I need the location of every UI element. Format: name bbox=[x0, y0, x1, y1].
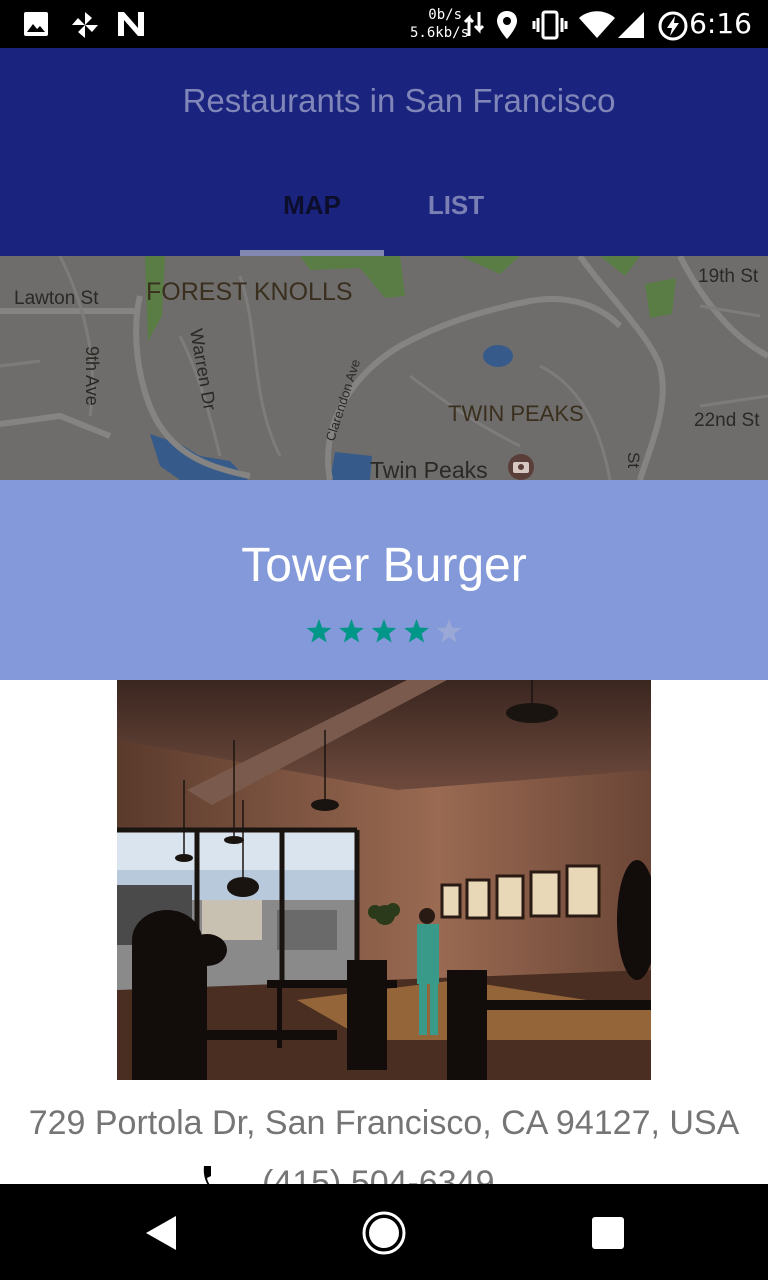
app-bar: Restaurants in San Francisco MAP LIST bbox=[0, 48, 768, 256]
data-arrows-icon bbox=[463, 10, 485, 42]
recents-icon[interactable] bbox=[591, 1216, 625, 1254]
restaurant-photo bbox=[117, 680, 651, 1080]
navigation-bar bbox=[0, 1184, 768, 1280]
star-filled-icon bbox=[306, 619, 332, 643]
map-label-twin-peaks-area: TWIN PEAKS bbox=[448, 401, 584, 426]
map-label-22nd: 22nd St bbox=[694, 410, 760, 431]
phone-icon bbox=[198, 1164, 228, 1184]
restaurant-header: Tower Burger bbox=[0, 480, 768, 680]
rating-stars bbox=[303, 616, 468, 648]
tab-list[interactable]: LIST bbox=[384, 190, 528, 221]
net-up-text: 0b/s bbox=[428, 7, 462, 23]
net-down-text: 5.6kb/s bbox=[410, 25, 470, 41]
map-park bbox=[645, 278, 676, 318]
map-water bbox=[483, 345, 513, 367]
n-icon bbox=[116, 10, 146, 42]
star-filled-icon bbox=[371, 619, 397, 643]
clock-time: 6:16 bbox=[689, 7, 752, 40]
star-filled-icon bbox=[404, 619, 429, 643]
restaurant-phone[interactable]: (415) 504-6349 bbox=[262, 1164, 495, 1184]
vibrate-icon bbox=[532, 10, 568, 44]
map-label-st: St bbox=[624, 452, 643, 468]
camera-icon bbox=[508, 454, 534, 480]
back-icon[interactable] bbox=[144, 1214, 178, 1256]
map-label-9th-ave: 9th Ave bbox=[82, 346, 102, 406]
image-icon bbox=[22, 10, 50, 42]
page-title: Restaurants in San Francisco bbox=[182, 82, 616, 119]
signal-icon bbox=[616, 10, 646, 44]
home-icon[interactable] bbox=[361, 1210, 407, 1260]
location-icon bbox=[496, 10, 518, 44]
map-label-19th: 19th St bbox=[698, 266, 759, 287]
restaurant-name: Tower Burger bbox=[241, 539, 527, 592]
phone-row[interactable]: (415) 504-6349 bbox=[0, 1160, 768, 1184]
battery-charging-icon bbox=[657, 10, 689, 46]
map-water bbox=[330, 452, 372, 480]
map-label-forest-knolls: FOREST KNOLLS bbox=[146, 278, 353, 306]
tab-map[interactable]: MAP bbox=[240, 190, 384, 221]
restaurant-address[interactable]: 729 Portola Dr, San Francisco, CA 94127,… bbox=[0, 1104, 768, 1143]
network-speed: 0b/s 5.6kb/s bbox=[410, 6, 470, 42]
map-label-lawton: Lawton St bbox=[14, 288, 99, 309]
pinwheel-icon bbox=[70, 10, 100, 44]
wifi-icon bbox=[578, 10, 616, 44]
star-empty-icon bbox=[436, 619, 462, 643]
status-bar: 0b/s 5.6kb/s 6:16 bbox=[0, 0, 768, 48]
map-label-twin-peaks: Twin Peaks bbox=[370, 457, 488, 480]
star-filled-icon bbox=[339, 619, 364, 643]
map-view[interactable]: Lawton St FOREST KNOLLS 19th St 9th Ave … bbox=[0, 256, 768, 480]
